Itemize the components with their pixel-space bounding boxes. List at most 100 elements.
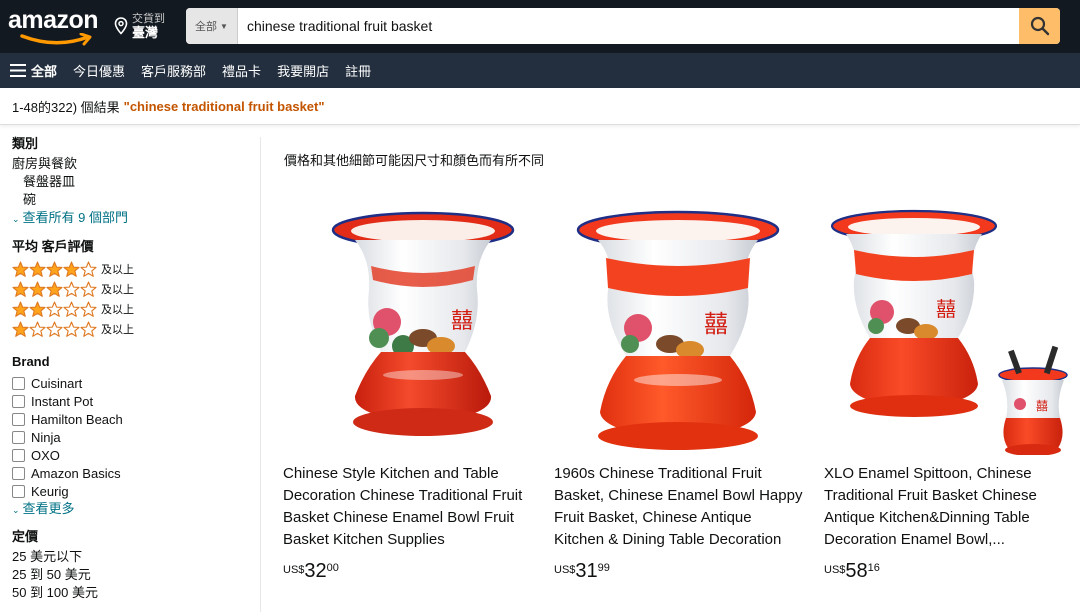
rating-filter-2[interactable]: 及以上: [12, 299, 258, 319]
chevron-down-icon: ⌄: [12, 214, 20, 224]
hamburger-icon: [10, 64, 26, 77]
price-range-under-25[interactable]: 25 美元以下: [12, 548, 258, 566]
search-scope-dropdown[interactable]: 全部 ▼: [186, 8, 238, 44]
nav-item-register[interactable]: 註冊: [345, 61, 371, 80]
see-all-departments-label: 查看所有 9 個部門: [22, 210, 129, 225]
results-count: 1-48的322) 個結果: [12, 99, 120, 115]
brand-heading: Brand: [12, 354, 50, 369]
brand-label: Keurig: [31, 483, 69, 499]
deliver-to-label: 交貨到: [132, 13, 165, 25]
product-price: US$ 31 99: [554, 560, 610, 582]
see-all-departments-link[interactable]: ⌄ 查看所有 9 個部門: [12, 209, 258, 228]
brand-label: Ninja: [31, 429, 61, 445]
star-icon: [80, 261, 97, 277]
nav-all-menu[interactable]: 全部: [10, 61, 57, 80]
deliver-to[interactable]: 交貨到 臺灣: [114, 11, 165, 41]
product-image[interactable]: 囍: [554, 200, 804, 455]
enamel-basket-image: 囍: [576, 210, 780, 450]
rating-filter-3[interactable]: 及以上: [12, 279, 258, 299]
rating-and-up-label: 及以上: [101, 284, 134, 296]
brand-label: Cuisinart: [31, 375, 83, 391]
product-image[interactable]: 囍: [283, 200, 533, 455]
logo-text: amazon: [8, 6, 99, 34]
category-bowls[interactable]: 碗: [12, 191, 258, 209]
price-heading: 定價: [12, 529, 39, 544]
nav-item-customer-service[interactable]: 客戶服務部: [141, 61, 206, 80]
star-icon: [80, 301, 97, 317]
product-title[interactable]: 1960s Chinese Traditional Fruit Basket, …: [554, 463, 804, 551]
category-dinnerware[interactable]: 餐盤器皿: [12, 173, 258, 191]
star-icon: [80, 281, 97, 297]
nav-item-deals[interactable]: 今日優惠: [73, 61, 125, 80]
brand-filter-item[interactable]: Instant Pot: [12, 392, 258, 410]
category-kitchen-dining[interactable]: 廚房與餐飲: [12, 155, 258, 173]
star-icon: [46, 301, 63, 317]
brand-filter-item[interactable]: Hamilton Beach: [12, 410, 258, 428]
top-header: amazon 交貨到 臺灣 全部 ▼: [0, 0, 1080, 53]
price-range-50-100[interactable]: 50 到 100 美元: [12, 584, 258, 602]
brand-filter-item[interactable]: Amazon Basics: [12, 464, 258, 482]
brand-checkbox[interactable]: [12, 412, 25, 426]
brand-label: Hamilton Beach: [31, 411, 123, 427]
price-whole: 58: [845, 560, 868, 582]
svg-text:囍: 囍: [1036, 399, 1048, 413]
rating-and-up-label: 及以上: [101, 304, 134, 316]
product-card: 囍 Chinese Style Kitchen and Table Decora…: [283, 200, 533, 582]
price-range-25-50[interactable]: 25 到 50 美元: [12, 566, 258, 584]
brand-checkbox[interactable]: [12, 376, 25, 390]
nav-bar: 全部 今日優惠 客戶服務部 禮品卡 我要開店 註冊: [0, 53, 1080, 88]
product-price: US$ 58 16: [824, 560, 880, 582]
price-whole: 32: [304, 560, 327, 582]
nav-item-sell[interactable]: 我要開店: [277, 61, 329, 80]
search-icon: [1030, 16, 1049, 36]
caret-down-icon: ▼: [220, 21, 228, 31]
product-title[interactable]: Chinese Style Kitchen and Table Decorati…: [283, 463, 533, 551]
star-icon: [12, 261, 29, 277]
svg-text:囍: 囍: [936, 297, 956, 321]
nav-all-label: 全部: [31, 64, 58, 79]
brand-filter-item[interactable]: Ninja: [12, 428, 258, 446]
brand-checkbox[interactable]: [12, 394, 25, 408]
price-notice: 價格和其他細節可能因尺寸和顏色而有所不同: [284, 153, 545, 168]
rating-filter-1[interactable]: 及以上: [12, 319, 258, 339]
rating-and-up-label: 及以上: [101, 324, 134, 336]
rating-filter-4[interactable]: 及以上: [12, 259, 258, 279]
search-bar: 全部 ▼: [186, 8, 1060, 44]
svg-text:囍: 囍: [451, 309, 473, 334]
search-input[interactable]: [238, 8, 1019, 44]
brand-checkbox[interactable]: [12, 448, 25, 462]
star-icon: [63, 261, 80, 277]
results-summary: 1-48的322) 個結果 "chinese traditional fruit…: [0, 88, 1080, 125]
brand-see-more-link[interactable]: ⌄ 查看更多: [12, 500, 258, 519]
product-title[interactable]: XLO Enamel Spittoon, Chinese Traditional…: [824, 463, 1074, 551]
star-icon: [80, 321, 97, 337]
rating-heading: 平均 客戶評價: [12, 239, 94, 254]
brand-filter-item[interactable]: Keurig: [12, 482, 258, 500]
star-icon: [29, 281, 46, 297]
price-currency: US$: [824, 564, 846, 576]
product-image[interactable]: 囍 囍: [824, 200, 1074, 456]
star-icon: [46, 281, 63, 297]
star-icon: [63, 321, 80, 337]
brand-filter-item[interactable]: OXO: [12, 446, 258, 464]
star-icon: [63, 301, 80, 317]
search-scope-label: 全部: [195, 21, 218, 33]
deliver-location: 臺灣: [132, 25, 159, 40]
star-icon: [46, 261, 63, 277]
brand-filter-item[interactable]: Cuisinart: [12, 374, 258, 392]
product-card: 囍 囍 XLO Enamel Spittoon, Chinese Traditi…: [824, 200, 1074, 582]
brand-checkbox[interactable]: [12, 466, 25, 480]
amazon-logo[interactable]: amazon: [8, 6, 100, 46]
search-button[interactable]: [1019, 8, 1060, 44]
brand-label: OXO: [31, 447, 60, 463]
rating-filter-list: 及以上 及以上 及以上 及以上: [12, 259, 258, 339]
price-fraction: 00: [326, 562, 339, 574]
star-icon: [12, 321, 29, 337]
nav-item-gift-cards[interactable]: 禮品卡: [222, 61, 261, 80]
brand-checkbox[interactable]: [12, 430, 25, 444]
results-query: "chinese traditional fruit basket": [123, 98, 325, 114]
chevron-down-icon: ⌄: [12, 505, 20, 515]
star-icon: [63, 281, 80, 297]
brand-filter-list: Cuisinart Instant Pot Hamilton Beach Ninja O…: [12, 374, 258, 500]
brand-checkbox[interactable]: [12, 484, 25, 498]
